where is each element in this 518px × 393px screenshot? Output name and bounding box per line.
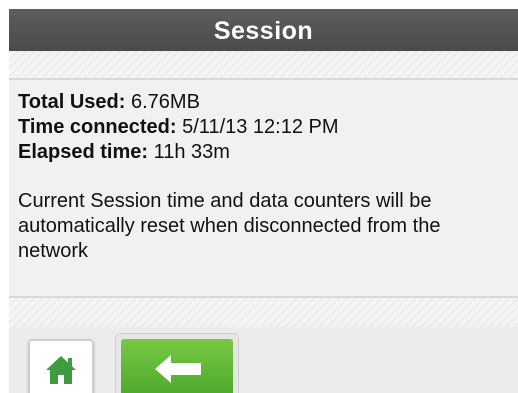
elapsed-time-value: 11h 33m bbox=[153, 141, 230, 163]
time-connected-value: 5/11/13 12:12 PM bbox=[182, 116, 339, 138]
time-connected-row: Time connected: 5/11/13 12:12 PM bbox=[18, 115, 518, 140]
back-button[interactable] bbox=[115, 333, 239, 393]
home-icon bbox=[46, 356, 76, 384]
total-used-value: 6.76MB bbox=[130, 91, 200, 113]
session-info: Total Used: 6.76MB Time connected: 5/11/… bbox=[9, 79, 518, 297]
elapsed-time-row: Elapsed time: 11h 33m bbox=[18, 140, 518, 165]
page-title: Session bbox=[9, 9, 518, 51]
reset-note: Current Session time and data counters w… bbox=[18, 190, 441, 262]
time-connected-label: Time connected: bbox=[18, 116, 177, 138]
home-button[interactable] bbox=[28, 339, 94, 393]
bottom-divider bbox=[9, 297, 518, 327]
back-arrow-icon bbox=[155, 355, 201, 383]
top-divider bbox=[9, 51, 518, 79]
total-used-row: Total Used: 6.76MB bbox=[18, 90, 518, 115]
bottom-toolbar bbox=[9, 327, 518, 393]
total-used-label: Total Used: bbox=[18, 91, 126, 113]
session-screen: Session Total Used: 6.76MB Time connecte… bbox=[9, 9, 518, 393]
elapsed-time-label: Elapsed time: bbox=[18, 141, 149, 163]
